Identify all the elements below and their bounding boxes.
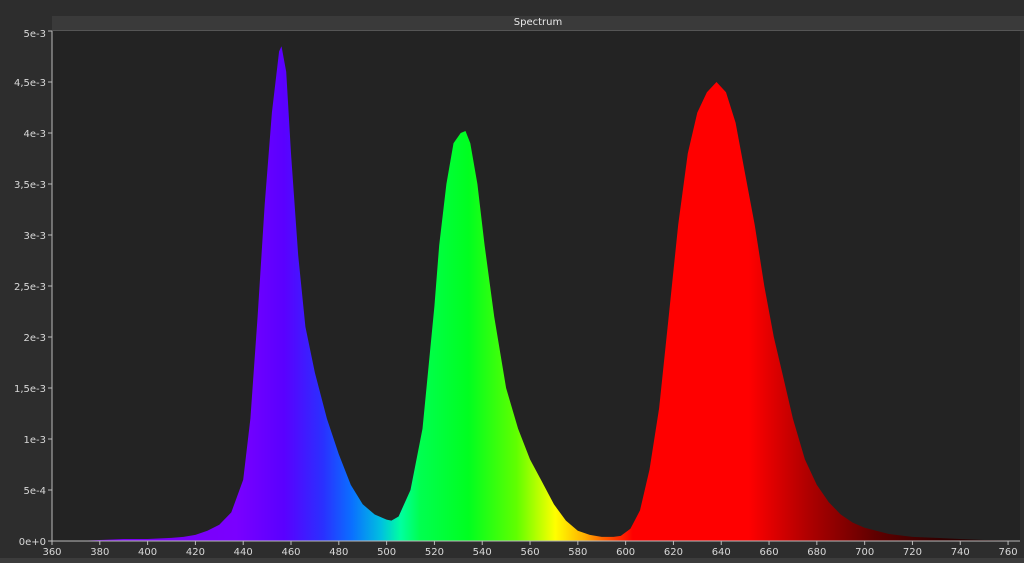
x-tick-label: 380: [90, 547, 109, 558]
x-tick-label: 640: [712, 547, 731, 558]
y-tick-label: 5e-3: [24, 29, 47, 40]
plot-area: [52, 31, 1020, 541]
y-tick-label: 2,5e-3: [14, 282, 46, 293]
x-tick-label: 620: [664, 547, 683, 558]
x-tick-label: 480: [329, 547, 348, 558]
spectrum-chart[interactable]: 0e+05e-41e-31,5e-32e-32,5e-33e-33,5e-34e…: [0, 0, 1024, 563]
x-tick-label: 760: [999, 547, 1018, 558]
y-tick-label: 4e-3: [24, 129, 47, 140]
y-tick-label: 3e-3: [24, 231, 47, 242]
y-tick-label: 4,5e-3: [14, 78, 46, 89]
x-tick-label: 440: [234, 547, 253, 558]
status-strip: [0, 558, 1024, 563]
x-tick-label: 720: [903, 547, 922, 558]
x-tick-label: 400: [138, 547, 157, 558]
y-tick-label: 5e-4: [24, 486, 47, 497]
x-tick-label: 580: [568, 547, 587, 558]
x-tick-label: 460: [281, 547, 300, 558]
x-tick-label: 540: [473, 547, 492, 558]
y-tick-label: 2e-3: [24, 333, 47, 344]
y-axis: 0e+05e-41e-31,5e-32e-32,5e-33e-33,5e-34e…: [14, 29, 52, 548]
y-tick-label: 1,5e-3: [14, 384, 46, 395]
x-tick-label: 360: [42, 547, 61, 558]
x-tick-label: 600: [616, 547, 635, 558]
spectrum-window: Spectrum 0e+0 5e-4 1e-3 1,5e-3 2e-3 2,5e…: [0, 0, 1024, 563]
x-axis: 360 380 400 420 440 460 480 500 520 540 560 580 600 6…: [42, 541, 1018, 558]
x-tick-label: 500: [377, 547, 396, 558]
y-tick-label: 3,5e-3: [14, 180, 46, 191]
x-tick-label: 660: [759, 547, 778, 558]
x-tick-label: 520: [425, 547, 444, 558]
x-tick-label: 420: [186, 547, 205, 558]
x-tick-label: 740: [951, 547, 970, 558]
x-tick-label: 700: [855, 547, 874, 558]
x-tick-label: 560: [520, 547, 539, 558]
x-tick-label: 680: [807, 547, 826, 558]
y-tick-label: 1e-3: [24, 435, 47, 446]
